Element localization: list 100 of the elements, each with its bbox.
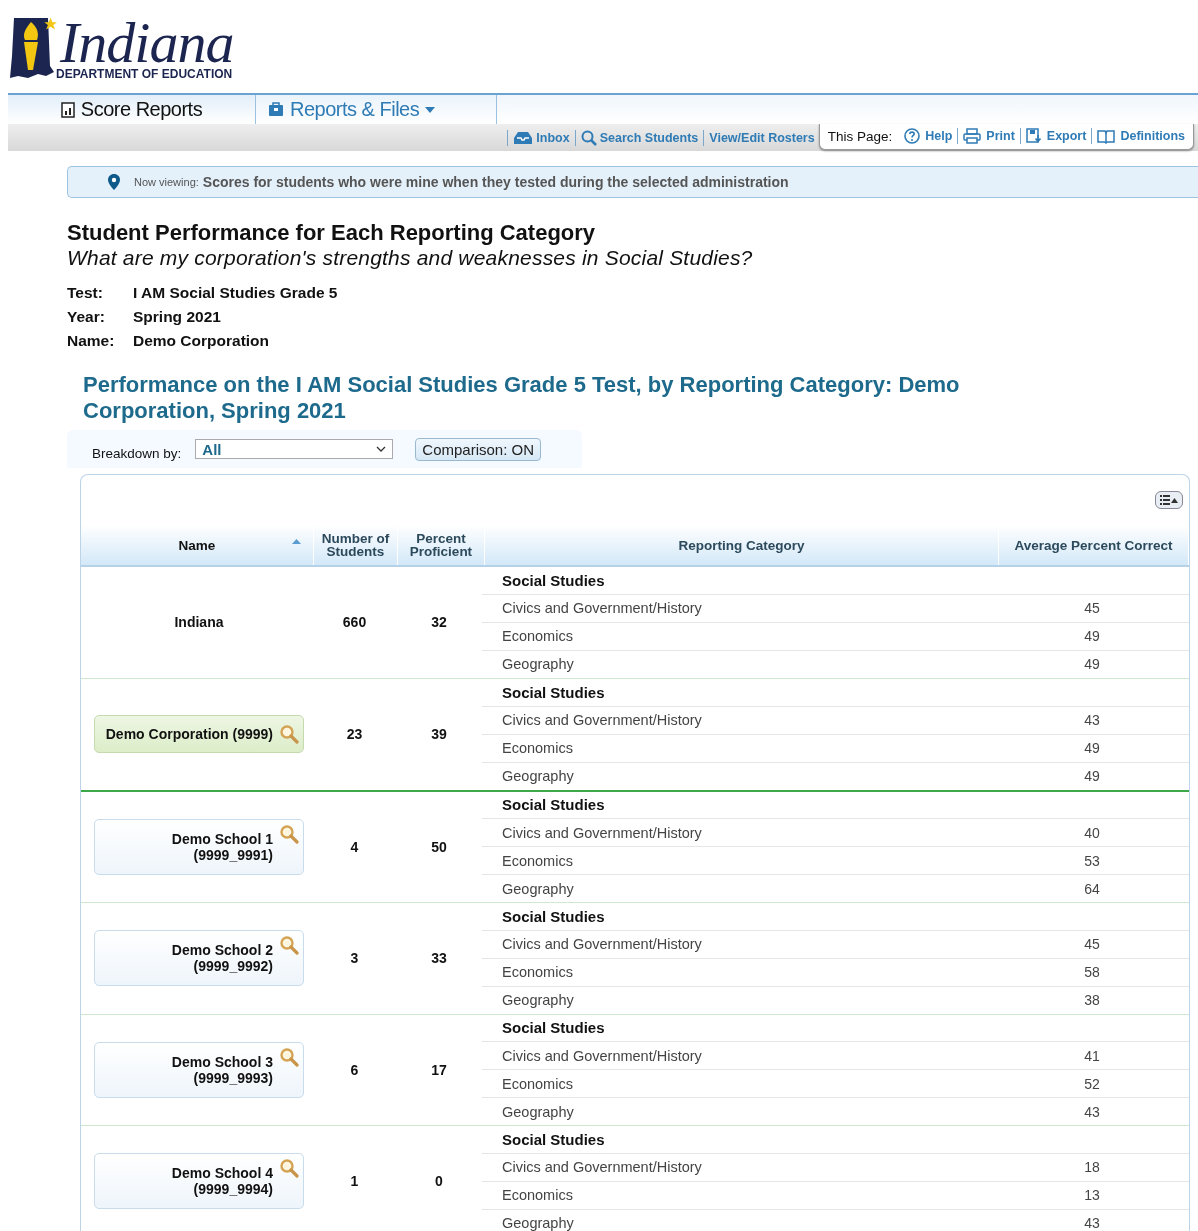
table-cell-text: 53 <box>1083 852 1101 869</box>
table-cell: 3 <box>350 950 359 967</box>
table-cell-text: 49 <box>1083 768 1101 784</box>
comparison-button[interactable]: Comparison: ON <box>415 437 541 461</box>
category-name: Geography <box>501 1215 575 1231</box>
page-action-link[interactable]: Export <box>1025 128 1087 144</box>
inbox-icon <box>513 130 534 145</box>
table-cell: 50 <box>431 838 447 855</box>
help-icon <box>904 128 921 144</box>
table-cell-text: 49 <box>1083 628 1101 645</box>
this-page-label: This Page: <box>827 128 893 144</box>
subject-heading: Social Studies <box>501 907 605 925</box>
category-name: Economics <box>501 740 574 756</box>
briefcase-icon <box>268 102 284 117</box>
table-cell-text: 43 <box>1083 1103 1101 1120</box>
table-cell-text: 43 <box>1083 1215 1101 1231</box>
column-header[interactable]: Reporting Category <box>485 525 999 565</box>
detail-value: I AM Social Studies Grade 5 <box>133 284 338 302</box>
search-icon <box>279 1046 299 1067</box>
category-name: Civics and Government/History <box>501 824 703 841</box>
toolbar-link[interactable]: Search Students <box>580 129 699 146</box>
report-title: Performance on the I AM Social Studies Grade 5 Test, by Reporting Category: Demo Corporation, Spring 2021 <box>83 372 961 424</box>
entity-button[interactable]: Demo School 4 (9999_9994) <box>94 1153 304 1210</box>
table-cell-text: 38 <box>1083 992 1101 1009</box>
subject-heading: Social Studies <box>501 683 605 701</box>
table-cell-text: 45 <box>1083 936 1101 953</box>
table-cell-text: 49 <box>1083 656 1101 673</box>
table-cell-text: 52 <box>1083 1075 1101 1092</box>
list-icon <box>1160 495 1178 505</box>
column-header[interactable]: Name <box>81 525 314 565</box>
table-cell-text: 40 <box>1083 824 1101 841</box>
map-pin-icon <box>108 174 120 190</box>
detail-label: Year: <box>67 308 106 326</box>
category-name: Civics and Government/History <box>501 1159 703 1176</box>
table-cell: 4 <box>350 838 359 855</box>
column-header[interactable]: Number of Students <box>314 525 398 565</box>
page-action-link[interactable]: Definitions <box>1097 128 1185 144</box>
category-name: Geography <box>501 880 575 897</box>
banner-label: Now viewing: <box>134 176 199 188</box>
sort-ascending-icon <box>292 539 301 544</box>
entity-button[interactable]: Demo School 2 (9999_9992) <box>94 930 304 987</box>
detail-label: Test: <box>67 284 104 302</box>
category-name: Civics and Government/History <box>501 712 703 728</box>
table-cell: 1 <box>350 1173 359 1190</box>
table-cell: 32 <box>431 614 447 631</box>
toolbar-link[interactable]: View/Edit Rosters <box>709 130 815 145</box>
entity-button[interactable]: Demo School 1 (9999_9991) <box>94 818 304 875</box>
table-cell: 0 <box>435 1173 443 1190</box>
search-icon <box>279 935 299 956</box>
table-cell-text: 43 <box>1083 712 1101 728</box>
toolbar-link[interactable]: Inbox <box>513 130 570 145</box>
export-icon <box>1025 128 1042 144</box>
nav-tab[interactable]: Reports & Files <box>256 95 497 124</box>
category-name: Geography <box>501 768 575 784</box>
book-icon <box>1097 128 1116 144</box>
table-cell-text: 49 <box>1083 740 1101 756</box>
report-icon <box>60 101 75 118</box>
subject-heading: Social Studies <box>501 796 605 814</box>
detail-label: Name: <box>67 332 116 350</box>
table-cell-text: 58 <box>1083 964 1101 981</box>
entity-button[interactable]: Demo Corporation (9999) <box>94 715 304 753</box>
category-name: Civics and Government/History <box>501 600 703 617</box>
category-name: Civics and Government/History <box>501 936 703 953</box>
banner-text: Scores for students who were mine when they tested during the selected administration <box>202 174 789 190</box>
category-name: Geography <box>501 992 575 1009</box>
table-cell: 6 <box>350 1061 359 1078</box>
category-name: Geography <box>501 656 575 673</box>
search-icon <box>580 129 597 146</box>
category-name: Economics <box>501 1075 574 1092</box>
detail-value: Spring 2021 <box>133 308 222 326</box>
chevron-icon <box>376 446 387 452</box>
nav-tab[interactable]: Score Reports <box>8 95 256 124</box>
search-icon <box>279 1158 299 1179</box>
page-action-link[interactable]: Help <box>904 128 953 144</box>
category-name: Geography <box>501 1103 575 1120</box>
table-cell: 33 <box>431 950 447 967</box>
table-cell: 39 <box>431 726 447 742</box>
column-header[interactable]: Average Percent Correct <box>999 525 1189 565</box>
category-name: Civics and Government/History <box>501 1047 703 1064</box>
column-header[interactable]: Percent Proficient <box>398 525 485 565</box>
category-name: Economics <box>501 628 574 645</box>
page-action-link[interactable]: Print <box>963 128 1015 144</box>
table-cell-text: 64 <box>1083 880 1101 897</box>
category-name: Economics <box>501 1187 574 1204</box>
page-subheading: What are my corporation's strengths and weaknesses in Social Studies? <box>67 246 754 270</box>
table-cell: 17 <box>431 1061 447 1078</box>
table-cell-text: 41 <box>1083 1047 1101 1064</box>
search-icon <box>279 724 299 744</box>
column-toggle-button[interactable] <box>1155 491 1183 509</box>
indiana-torch-logo-icon <box>8 16 58 80</box>
search-icon <box>279 823 299 844</box>
subject-heading: Social Studies <box>501 1130 605 1148</box>
table-cell: 660 <box>342 614 367 631</box>
breakdown-dropdown[interactable]: All <box>195 439 394 459</box>
breakdown-label: Breakdown by: <box>92 445 182 461</box>
entity-button[interactable]: Demo School 3 (9999_9993) <box>94 1041 304 1098</box>
detail-value: Demo Corporation <box>133 332 271 350</box>
printer-icon <box>963 128 982 144</box>
subject-heading: Social Studies <box>501 571 605 589</box>
table-cell-text: 18 <box>1083 1159 1101 1176</box>
